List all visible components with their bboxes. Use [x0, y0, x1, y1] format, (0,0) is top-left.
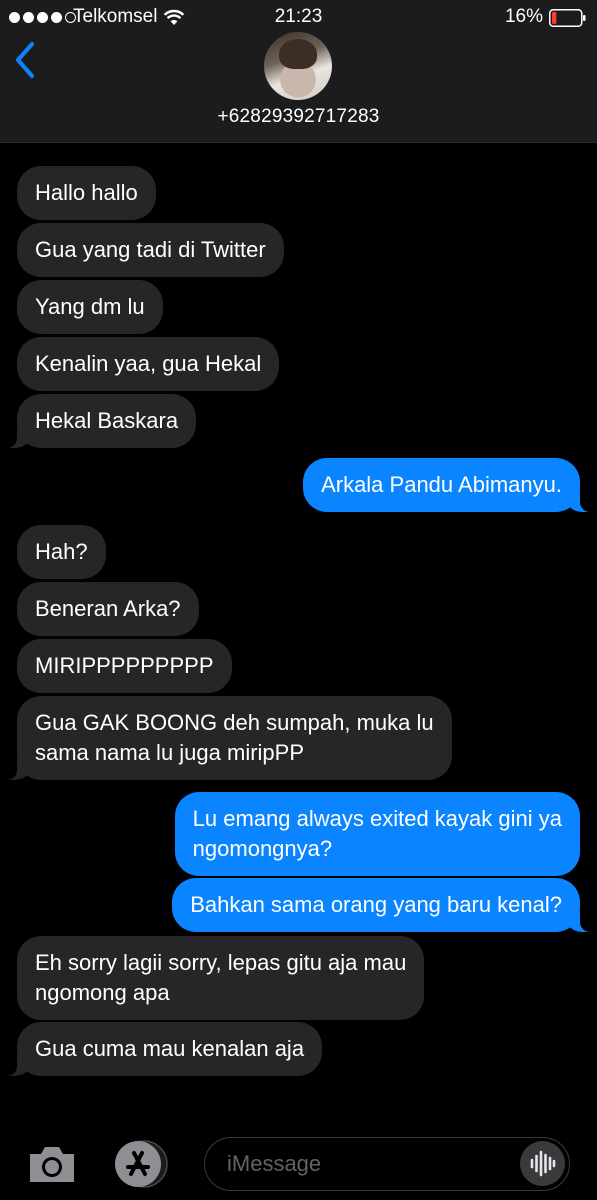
message-text: Yang dm lu [35, 294, 145, 319]
message-text: Hallo hallo [35, 180, 138, 205]
back-chevron-icon[interactable] [12, 40, 40, 80]
message-text-line: Gua GAK BOONG deh sumpah, muka lu [35, 710, 434, 735]
input-placeholder: iMessage [227, 1151, 322, 1176]
message-text: MIRIPPPPPPPPP [35, 653, 214, 678]
battery-icon [549, 9, 586, 27]
message-text: Kenalin yaa, gua Hekal [35, 351, 262, 376]
received-message[interactable]: Beneran Arka? [17, 582, 199, 636]
message-text-line: sama nama lu juga miripPP [35, 740, 305, 765]
received-message[interactable]: Eh sorry lagii sorry, lepas gitu aja mau… [17, 936, 425, 1020]
message-text: Gua cuma mau kenalan aja [35, 1036, 305, 1061]
sent-message[interactable]: Lu emang always exited kayak gini ya ngo… [174, 792, 580, 876]
conversation-header: Telkomsel 21:23 16% +62829392717283 [0, 0, 597, 143]
message-text: Beneran Arka? [35, 596, 181, 621]
message-text-line: ngomong apa [35, 980, 170, 1005]
sent-message[interactable]: Arkala Pandu Abimanyu. [303, 458, 596, 512]
battery-percentage: 16% [504, 6, 543, 27]
camera-icon[interactable] [26, 1142, 78, 1186]
message-text: Gua yang tadi di Twitter [35, 237, 266, 262]
message-text-line: Lu emang always exited kayak gini ya [192, 806, 562, 831]
message-text-line: ngomongnya? [192, 836, 333, 861]
received-message[interactable]: Gua GAK BOONG deh sumpah, muka lu sama n… [1, 696, 452, 780]
sent-message[interactable]: Bahkan sama orang yang baru kenal? [172, 878, 596, 932]
message-text: Arkala Pandu Abimanyu. [321, 472, 562, 497]
message-text: Hekal Baskara [35, 408, 179, 433]
app-store-icon[interactable] [112, 1139, 172, 1189]
received-message[interactable]: Gua cuma mau kenalan aja [0, 1022, 323, 1076]
received-message[interactable]: Kenalin yaa, gua Hekal [17, 337, 280, 391]
message-thread: Hallo hallo Gua yang tadi di Twitter Yan… [0, 142, 597, 1122]
received-message[interactable]: Gua yang tadi di Twitter [17, 223, 284, 277]
received-message[interactable]: Hallo hallo [17, 166, 156, 220]
avatar-photo [279, 39, 317, 69]
received-message[interactable]: Hah? [17, 525, 106, 579]
compose-bar: iMessage [0, 1122, 597, 1200]
received-message[interactable]: MIRIPPPPPPPPP [17, 639, 232, 693]
message-text: Bahkan sama orang yang baru kenal? [190, 892, 562, 917]
status-bar: Telkomsel 21:23 16% [0, 0, 597, 34]
contact-phone-number[interactable]: +62829392717283 [0, 106, 597, 128]
message-text-line: Eh sorry lagii sorry, lepas gitu aja mau [35, 950, 407, 975]
message-text: Hah? [35, 539, 88, 564]
audio-waveform-icon[interactable] [520, 1141, 565, 1186]
contact-avatar[interactable] [264, 32, 332, 100]
received-message[interactable]: Hekal Baskara [0, 394, 197, 448]
imessage-input[interactable]: iMessage [204, 1137, 570, 1191]
received-message[interactable]: Yang dm lu [17, 280, 163, 334]
